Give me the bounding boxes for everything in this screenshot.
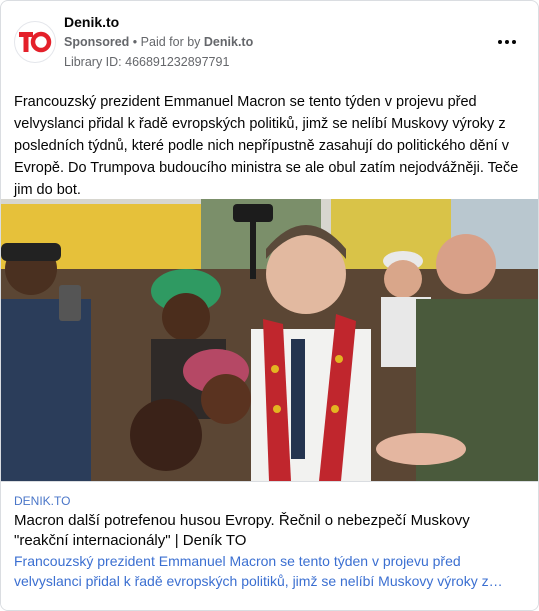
link-domain: DENIK.TO bbox=[14, 494, 71, 508]
link-preview[interactable]: DENIK.TO Macron další potrefenou husou E… bbox=[1, 481, 538, 610]
library-id: Library ID: 466891232897791 bbox=[64, 55, 230, 69]
advertiser-logo[interactable] bbox=[14, 21, 56, 63]
denik-to-logo-icon bbox=[19, 31, 52, 53]
post-body-text: Francouzský prezident Emmanuel Macron se… bbox=[14, 94, 519, 198]
link-description: Francouzský prezident Emmanuel Macron se… bbox=[14, 553, 489, 589]
sponsored-label: Sponsored bbox=[64, 35, 130, 49]
more-options-button[interactable] bbox=[491, 29, 523, 55]
link-title[interactable]: Macron další potrefenou husou Evropy. Ře… bbox=[14, 511, 526, 551]
advertiser-name[interactable]: Denik.to bbox=[64, 14, 119, 30]
ad-header: Denik.to Sponsored • Paid for by Denik.t… bbox=[1, 1, 538, 81]
photo-illustration bbox=[1, 199, 538, 481]
separator-dot: • bbox=[132, 35, 138, 49]
post-image[interactable] bbox=[1, 199, 538, 481]
sponsored-line: Sponsored • Paid for by Denik.to bbox=[64, 35, 253, 49]
more-options-icon bbox=[497, 40, 518, 44]
paid-for-text: Paid for by bbox=[140, 35, 201, 49]
ad-card: Denik.to Sponsored • Paid for by Denik.t… bbox=[0, 0, 539, 611]
paid-for-name[interactable]: Denik.to bbox=[204, 35, 253, 49]
